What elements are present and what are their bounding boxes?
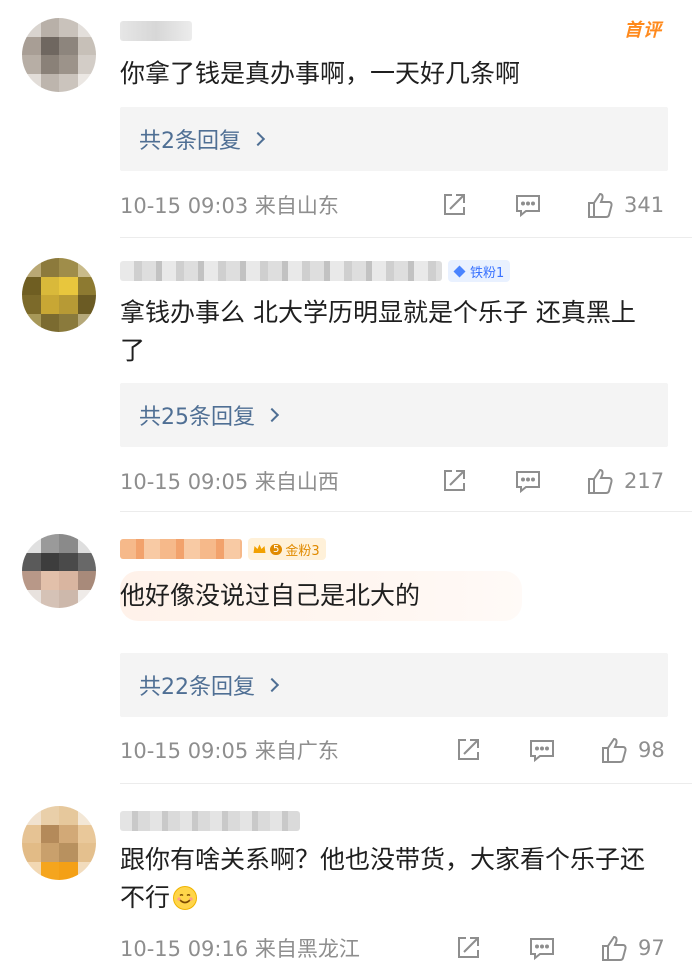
fan-badge: 5 金粉3 <box>248 538 326 560</box>
username-blurred <box>120 261 442 281</box>
crown-icon <box>252 542 267 557</box>
comment-text: 跟你有啥关系啊？他也没带货，大家看个乐子还不行 <box>120 845 646 912</box>
like-button[interactable]: 341 <box>586 190 664 220</box>
comment-footer: 10-15 09:05 来自山西 217 <box>120 464 668 498</box>
first-comment-tag: 首评 <box>624 20 662 41</box>
thumbs-up-icon <box>586 190 616 220</box>
view-replies-link[interactable]: 共22条回复 <box>120 653 668 717</box>
badge-level: 5 <box>270 543 283 555</box>
username-blurred <box>120 21 192 41</box>
avatar[interactable] <box>22 534 96 608</box>
comment-item: 首评 你拿了钱是真办事啊，一天好几条啊 共2条回复 10-15 09:03 来自… <box>0 0 692 240</box>
comment-icon[interactable] <box>528 736 556 764</box>
replies-label: 共22条回复 <box>139 675 255 700</box>
comment-icon[interactable] <box>514 467 542 495</box>
avatar[interactable] <box>22 806 96 880</box>
chevron-right-icon <box>264 407 280 423</box>
thumbs-up-icon <box>600 735 630 765</box>
thumbs-up-icon <box>586 466 616 496</box>
view-replies-link[interactable]: 共25条回复 <box>120 383 668 447</box>
like-count: 217 <box>624 469 665 493</box>
divider <box>120 237 692 238</box>
replies-label: 共25条回复 <box>139 405 255 430</box>
like-count: 341 <box>624 193 665 217</box>
chevron-right-icon <box>250 131 266 147</box>
share-icon[interactable] <box>440 467 468 495</box>
fan-badge: 铁粉1 <box>448 260 511 282</box>
like-button[interactable]: 98 <box>600 735 665 765</box>
username[interactable]: 5 金粉3 <box>120 538 326 560</box>
comment-footer: 10-15 09:05 来自广东 98 <box>120 733 668 767</box>
comment-text: 你拿了钱是真办事啊，一天好几条啊 <box>120 59 521 88</box>
comment-icon[interactable] <box>514 191 542 219</box>
timestamp: 10-15 09:03 来自山东 <box>120 194 339 218</box>
like-button[interactable]: 97 <box>600 933 665 963</box>
username-blurred <box>120 539 242 559</box>
avatar[interactable] <box>22 18 96 92</box>
view-replies-link[interactable]: 共2条回复 <box>120 107 668 171</box>
comment-item: 铁粉1 拿钱办事么 北大学历明显就是个乐子 还真黑上了 共25条回复 10-15… <box>0 240 692 512</box>
like-button[interactable]: 217 <box>586 466 664 496</box>
comment-footer: 10-15 09:03 来自山东 341 <box>120 188 668 222</box>
share-icon[interactable] <box>454 934 482 962</box>
replies-label: 共2条回复 <box>139 129 241 154</box>
share-icon[interactable] <box>454 736 482 764</box>
username[interactable]: 铁粉1 <box>120 260 511 282</box>
thumbs-up-icon <box>600 933 630 963</box>
like-count: 97 <box>638 936 665 960</box>
location: 来自山西 <box>254 470 339 494</box>
chevron-right-icon <box>264 677 280 693</box>
location: 来自山东 <box>254 194 339 218</box>
avatar[interactable] <box>22 258 96 332</box>
username[interactable] <box>120 810 300 832</box>
smiling-face-emoji-icon <box>172 885 198 911</box>
timestamp: 10-15 09:16 来自黑龙江 <box>120 937 360 961</box>
comment-text: 拿钱办事么 北大学历明显就是个乐子 还真黑上了 <box>120 298 636 365</box>
comment-text: 他好像没说过自己是北大的 <box>120 571 522 621</box>
username[interactable] <box>120 20 192 42</box>
like-count: 98 <box>638 738 665 762</box>
comment-footer: 10-15 09:16 来自黑龙江 97 <box>120 931 668 965</box>
comment-icon[interactable] <box>528 934 556 962</box>
location: 来自广东 <box>254 739 339 763</box>
timestamp: 10-15 09:05 来自山西 <box>120 470 339 494</box>
location: 来自黑龙江 <box>254 937 360 961</box>
timestamp: 10-15 09:05 来自广东 <box>120 739 339 763</box>
share-icon[interactable] <box>440 191 468 219</box>
comment-item: 跟你有啥关系啊？他也没带货，大家看个乐子还不行 10-15 09:16 来自黑龙… <box>0 784 692 979</box>
username-blurred <box>120 811 300 831</box>
diamond-icon <box>452 264 467 279</box>
comment-item: 5 金粉3 他好像没说过自己是北大的 共22条回复 10-15 09:05 来自… <box>0 512 692 784</box>
